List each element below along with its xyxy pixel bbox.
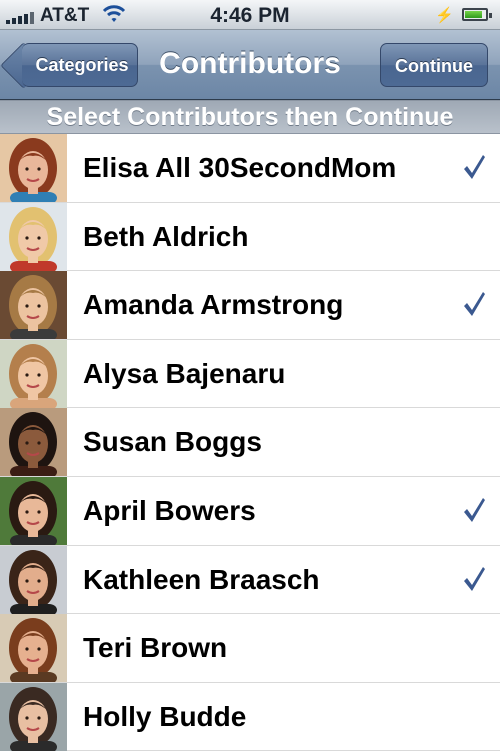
contributor-row[interactable]: Teri Brown: [0, 614, 500, 683]
contributor-avatar: [0, 614, 67, 683]
checkmark-icon: [464, 292, 485, 317]
checkmark-icon: [464, 497, 485, 522]
contributor-row[interactable]: Amanda Armstrong: [0, 271, 500, 340]
contributor-avatar: [0, 271, 67, 340]
status-bar: AT&T 4:46 PM ⚡: [0, 0, 500, 30]
contributor-row[interactable]: Susan Boggs: [0, 408, 500, 477]
navigation-bar: Categories Contributors Continue: [0, 30, 500, 100]
contributor-row[interactable]: Elisa All 30SecondMom: [0, 134, 500, 203]
contributor-avatar: [0, 682, 67, 751]
contributor-name: Beth Aldrich: [83, 220, 249, 252]
contributor-row[interactable]: Kathleen Braasch: [0, 545, 500, 615]
contributor-name: Amanda Armstrong: [83, 289, 344, 321]
battery-icon: [462, 8, 492, 21]
contributor-row[interactable]: Alysa Bajenaru: [0, 339, 500, 409]
contributors-list: Elisa All 30SecondMom Beth Aldrich Amanda …: [0, 134, 500, 751]
continue-button[interactable]: Continue: [380, 43, 488, 87]
contributor-name: Holly Budde: [83, 700, 247, 732]
section-header: Select Contributors then Continue: [0, 100, 500, 134]
contributor-avatar: [0, 202, 67, 271]
charging-plug-icon: ⚡: [435, 7, 454, 24]
checkmark-icon: [464, 155, 485, 179]
contributor-row[interactable]: Beth Aldrich: [0, 202, 500, 272]
contributor-row[interactable]: April Bowers: [0, 476, 500, 546]
contributor-name: Kathleen Braasch: [83, 563, 320, 595]
contributor-avatar: [0, 339, 67, 408]
contributor-name: Susan Boggs: [83, 426, 262, 458]
continue-button-label: Continue: [395, 56, 473, 76]
contributor-avatar: [0, 408, 67, 477]
contributor-name: April Bowers: [83, 494, 256, 526]
contributor-avatar: [0, 134, 67, 202]
contributor-row[interactable]: Holly Budde: [0, 682, 500, 751]
status-time: 4:46 PM: [210, 4, 290, 27]
contributor-name: Teri Brown: [83, 632, 228, 664]
contributor-avatar: [0, 476, 67, 545]
contributor-avatar: [0, 545, 67, 614]
contributor-name: Elisa All 30SecondMom: [83, 152, 397, 183]
checkmark-icon: [464, 566, 485, 591]
contributor-name: Alysa Bajenaru: [83, 357, 286, 389]
